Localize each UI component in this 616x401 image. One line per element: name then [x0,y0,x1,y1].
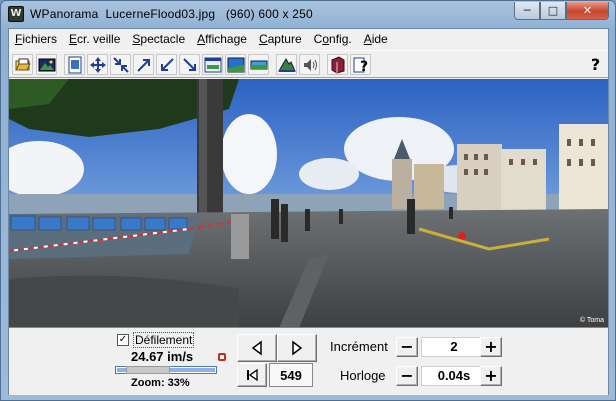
book-button[interactable] [327,54,348,75]
menu-accel: C [258,32,268,46]
page-icon [68,56,82,74]
open-button[interactable] [12,54,33,75]
menu-label: apture [267,32,302,46]
menu-accel: E [69,32,78,46]
menu-label: pectacle [140,32,186,46]
menu-capture[interactable]: Capture [253,29,308,49]
skip-start-icon [247,368,258,382]
menu-label: nfig. [329,32,352,46]
scroll-mode-button[interactable] [225,54,246,75]
scroll-mode-icon [227,57,245,73]
window-title: WPanorama LucerneFlood03.jpg (960) 600 x… [30,7,313,21]
scroll-checkbox-label[interactable]: Défilement [133,332,195,348]
picture-button[interactable] [36,54,57,75]
clock-value[interactable]: 0.04s [421,366,487,386]
clock-minus-button[interactable]: − [396,366,418,386]
menu-fichiers[interactable]: Fichiers [9,29,63,49]
clock-label: Horloge [340,368,386,383]
menu-config[interactable]: Config. [308,29,358,49]
playback-controls: ✓ Défilement 24.67 im/s Zoom: 33% 549 In… [9,329,608,395]
frame-counter: 549 [269,363,313,387]
sound-icon [304,59,317,71]
zoom-in-icon [137,59,150,72]
app-icon[interactable]: W [8,6,24,22]
shrink-button[interactable] [110,54,131,75]
shrink-icon [113,57,129,73]
menu-spectacle[interactable]: Spectacle [126,29,191,49]
zoom-out-icon [161,58,174,71]
minus-icon: − [400,337,414,356]
menu-accel: A [197,32,206,46]
band-icon [250,60,268,70]
move-icon [90,57,106,73]
increment-plus-button[interactable]: + [480,337,502,357]
mountain-icon [278,58,296,72]
increment-minus-button[interactable]: − [396,337,418,357]
page-button[interactable] [64,54,85,75]
menu-accel: o [322,32,330,46]
speed-readout: 24.67 im/s [131,349,194,364]
menu-ecr-veille[interactable]: Ecr. veille [63,29,126,49]
maximize-icon: □ [547,4,559,17]
window-controls: ─ □ ✕ [514,2,609,20]
plus-icon: + [484,337,498,356]
zoom-slider-thumb[interactable] [126,366,170,374]
scroll-window-button[interactable] [202,54,223,75]
scroll-left-button[interactable] [237,334,277,362]
menu-accel: A [363,32,372,46]
zoom-in-button[interactable] [133,54,154,75]
menu-label: cr. veille [77,32,121,46]
zoom-readout: Zoom: 33% [131,377,190,389]
minimize-icon: ─ [523,4,531,17]
zoom-out-button[interactable] [156,54,177,75]
help-doc-button[interactable]: ? [350,54,371,75]
menu-aide[interactable]: Aide [358,29,394,49]
menu-label: ffichage [205,32,247,46]
title-bar[interactable]: W WPanorama LucerneFlood03.jpg (960) 600… [1,1,615,27]
client-area: Fichiers Ecr. veille Spectacle Affichage… [8,28,609,395]
svg-text:?: ? [360,59,368,74]
picture-icon [38,58,56,72]
clock-plus-button[interactable]: + [480,366,502,386]
toolbar: ? ? [9,50,608,78]
first-frame-button[interactable] [237,363,267,387]
help-doc-icon: ? [353,57,368,74]
help-button[interactable]: ? [585,54,606,75]
scroll-checkbox[interactable]: ✓ [117,334,129,346]
app-window: W WPanorama LucerneFlood03.jpg (960) 600… [0,0,616,401]
move-button[interactable] [87,54,108,75]
record-icon[interactable] [218,353,226,361]
increment-label: Incrément [330,339,388,354]
maximize-button[interactable]: □ [540,2,566,20]
zoom-slider[interactable] [115,366,217,374]
sound-button[interactable] [299,54,320,75]
band-button[interactable] [248,54,269,75]
zoom-fit-button[interactable] [179,54,200,75]
book-icon [331,56,345,74]
menu-label: ide [371,32,388,46]
close-icon: ✕ [582,4,593,17]
scroll-window-icon [204,57,222,73]
plus-icon: + [484,366,498,385]
menu-label: ichiers [22,32,58,46]
open-folder-icon [15,58,31,71]
panorama-image [9,79,608,327]
increment-value[interactable]: 2 [421,337,487,357]
close-button[interactable]: ✕ [566,2,609,20]
scroll-right-button[interactable] [277,334,317,362]
minus-icon: − [400,366,414,385]
arrow-left-icon [251,340,262,356]
minimize-button[interactable]: ─ [514,2,540,20]
menu-bar: Fichiers Ecr. veille Spectacle Affichage… [9,29,608,49]
panorama-viewport[interactable]: © Toma [9,79,608,328]
mountain-button[interactable] [276,54,297,75]
arrow-right-icon [292,340,303,356]
image-credit: © Toma [579,317,604,324]
menu-affichage[interactable]: Affichage [191,29,253,49]
zoom-fit-icon [183,58,196,71]
